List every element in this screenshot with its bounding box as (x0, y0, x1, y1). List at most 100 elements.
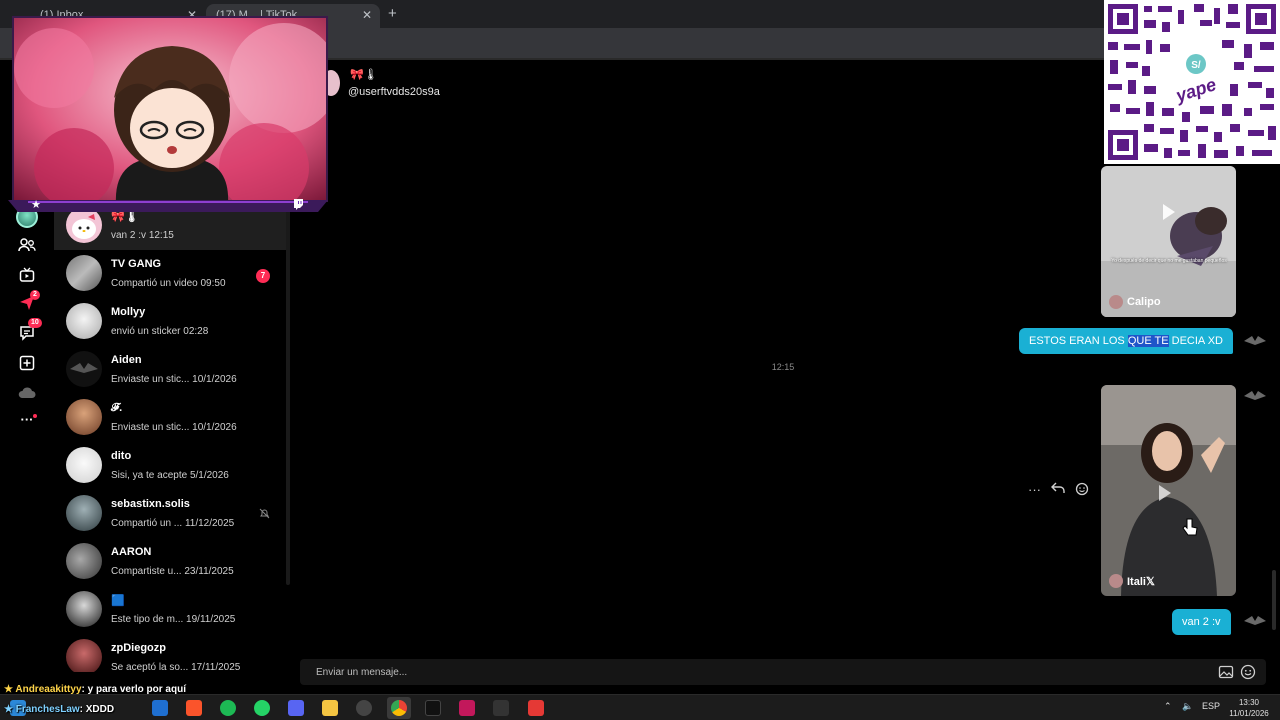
send-badge: 2 (30, 290, 40, 300)
chat-user: ★ FranchesLaw (4, 704, 80, 715)
conversation-preview: Compartiste u... 23/11/2025 (111, 566, 234, 577)
conversation-name: Mollyy (111, 306, 146, 318)
message-timestamp: 12:15 (771, 362, 795, 372)
avatar (66, 399, 102, 435)
conversation-list: 🎀🌡 van 2 :v 12:15 TV GANG Compartió un v… (54, 200, 286, 672)
close-icon[interactable]: ✕ (362, 8, 372, 22)
twitch-icon (288, 194, 308, 214)
cloud-icon[interactable] (16, 382, 38, 404)
avatar (66, 591, 102, 627)
conversation-name: dito (111, 450, 132, 462)
conversation-item[interactable]: Aiden Enviaste un stic... 10/1/2026 (54, 346, 286, 394)
volume-icon[interactable]: 🔈 (1182, 701, 1193, 712)
video-author: Itali𝕏 (1109, 574, 1155, 588)
chat-scrollbar[interactable] (1272, 570, 1276, 630)
live-tv-icon[interactable] (16, 264, 38, 286)
brave-icon[interactable] (186, 700, 202, 716)
react-icon[interactable] (1075, 482, 1089, 499)
video-caption: Yo después de decir que no me gustaban p… (1111, 258, 1227, 264)
avatar (66, 543, 102, 579)
conversation-item[interactable]: sebastixn.solis Compartió un ... 11/12/2… (54, 490, 286, 538)
conversation-item[interactable]: TV GANG Compartió un video 09:50 7 (54, 250, 286, 298)
avatar (66, 255, 102, 291)
app-icon[interactable] (528, 700, 544, 716)
messages-icon[interactable]: 10 (16, 318, 42, 344)
taskbar: ★ FranchesLaw: XDDD ⌃ 🔈 ESP 13:30 11/01/… (0, 694, 1280, 720)
avatar (66, 495, 102, 531)
video-message[interactable]: Itali𝕏 (1101, 385, 1236, 596)
upload-icon[interactable] (16, 352, 38, 374)
messages-badge: 10 (28, 318, 42, 328)
conversation-name: TV GANG (111, 258, 162, 270)
clock-date: 11/01/2026 (1229, 709, 1269, 718)
conversation-preview: Compartió un ... 11/12/2025 (111, 518, 235, 529)
webcam-frame (8, 200, 328, 212)
copilot-icon[interactable] (152, 700, 168, 716)
conversation-item[interactable]: AARON Compartiste u... 23/11/2025 (54, 538, 286, 586)
tiktok-icon[interactable] (425, 700, 441, 716)
conversation-name: AARON (111, 546, 152, 558)
conversation-name: Aiden (111, 354, 142, 366)
language-indicator[interactable]: ESP (1202, 701, 1220, 711)
screen: (1) Inbox ✕ (17) M... | TikTok ✕ + S/ ya… (0, 0, 1280, 720)
yape-qr-code: S/ yape (1104, 0, 1280, 164)
chat-partner-name: 🎀🌡 (350, 69, 378, 81)
conversation-preview: van 2 :v 12:15 (111, 230, 174, 241)
valorant-icon[interactable] (459, 700, 475, 716)
message-input-bar (300, 659, 1266, 685)
video-author: Calipo (1109, 295, 1161, 309)
conversation-scrollbar[interactable] (286, 200, 290, 585)
webcam-overlay: ★ (8, 14, 328, 212)
conversation-preview: Este tipo de m... 19/11/2025 (111, 614, 236, 625)
discord-icon[interactable] (288, 700, 304, 716)
conversation-name: 🟦 (111, 595, 125, 607)
people-icon[interactable] (16, 234, 38, 256)
chrome-icon[interactable] (391, 700, 407, 716)
reply-icon[interactable] (1051, 482, 1065, 499)
whatsapp-icon[interactable] (254, 700, 270, 716)
conversation-preview: envió un sticker 02:28 (111, 326, 209, 337)
folder-icon[interactable] (322, 700, 338, 716)
conversation-item[interactable]: zpDiegozp Se aceptó la so... 17/11/2025 (54, 634, 286, 672)
avatar (1109, 295, 1123, 309)
send-icon[interactable]: 2 (16, 290, 40, 314)
stream-chat-line: ★ FranchesLaw: XDDD (4, 704, 115, 715)
sender-avatar (1244, 616, 1266, 625)
clock[interactable]: 13:30 11/01/2026 (1226, 697, 1272, 719)
chevron-up-icon[interactable]: ⌃ (1164, 701, 1172, 712)
cursor-hand-icon (1182, 518, 1198, 536)
emoji-icon[interactable] (1240, 664, 1256, 680)
message-input[interactable] (316, 663, 1196, 681)
conversation-preview: Sisi, ya te acepte 5/1/2026 (111, 470, 229, 481)
conversation-item[interactable]: 𝓕. Enviaste un stic... 10/1/2026 (54, 394, 286, 442)
notification-dot (33, 414, 37, 418)
message-bubble[interactable]: ESTOS ERAN LOS QUE TE DECIA XD (1019, 328, 1233, 354)
conversation-preview: Compartió un video 09:50 (111, 278, 226, 289)
obs-icon[interactable] (356, 700, 372, 716)
conversation-item[interactable]: dito Sisi, ya te acepte 5/1/2026 (54, 442, 286, 490)
avatar (1109, 574, 1123, 588)
sender-avatar (1244, 391, 1266, 400)
clock-time: 13:30 (1238, 698, 1260, 707)
chat-partner-handle[interactable]: @userftvdds20s9a (348, 86, 440, 98)
conversation-preview: Enviaste un stic... 10/1/2026 (111, 422, 237, 433)
avatar (66, 207, 102, 243)
conversation-item[interactable]: Mollyy envió un sticker 02:28 (54, 298, 286, 346)
more-icon[interactable]: ··· (16, 408, 38, 430)
conversation-item[interactable]: 🟦 Este tipo de m... 19/11/2025 (54, 586, 286, 634)
more-icon[interactable]: ··· (1028, 482, 1041, 499)
new-tab-button[interactable]: + (388, 5, 397, 22)
avatar (66, 447, 102, 483)
sender-avatar (1244, 336, 1266, 345)
spotify-icon[interactable] (220, 700, 236, 716)
conversation-name: 𝓕. (111, 402, 123, 414)
qr-currency: S/ (1191, 60, 1201, 71)
star-icon: ★ (31, 198, 41, 211)
image-icon[interactable] (1218, 664, 1234, 680)
video-message[interactable]: Yo después de decir que no me gustaban p… (1101, 166, 1236, 317)
message-bubble[interactable]: van 2 :v (1172, 609, 1231, 635)
capture-icon[interactable] (493, 700, 509, 716)
text-selection: QUE TE (1127, 335, 1169, 347)
avatar (66, 351, 102, 387)
conversation-name: zpDiegozp (111, 642, 166, 654)
